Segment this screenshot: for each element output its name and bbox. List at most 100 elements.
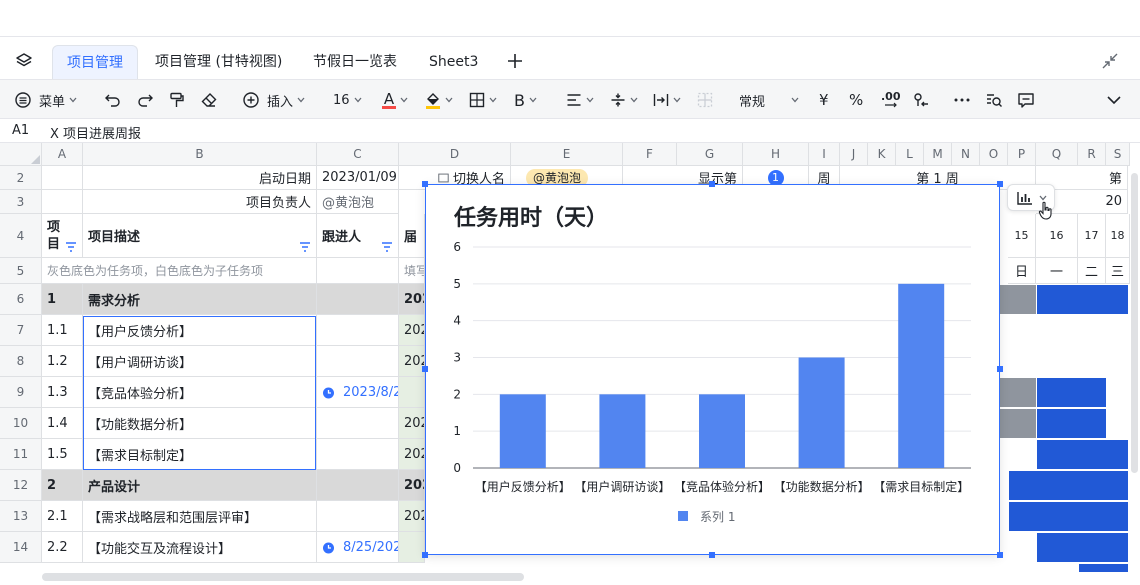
- cell-a3[interactable]: [42, 190, 83, 214]
- row-header-6[interactable]: 6: [0, 284, 42, 315]
- bold-button[interactable]: B: [514, 88, 537, 112]
- resize-handle[interactable]: [422, 366, 428, 372]
- text-wrap-button[interactable]: [653, 88, 681, 112]
- tab-project-gantt[interactable]: 项目管理 (甘特视图): [141, 45, 296, 79]
- clear-format-button[interactable]: [200, 88, 218, 112]
- column-desc-header[interactable]: 项目描述: [83, 214, 317, 258]
- column-header-d[interactable]: D: [399, 143, 511, 166]
- cell-c5[interactable]: [317, 258, 399, 284]
- cell-reference[interactable]: A1: [12, 123, 29, 138]
- column-header-i[interactable]: I: [809, 143, 840, 166]
- task-desc-cell[interactable]: 【需求战略层和范围层评审】: [83, 501, 317, 532]
- row-header-2[interactable]: 2: [0, 166, 42, 190]
- resize-handle[interactable]: [422, 181, 428, 187]
- tab-holidays[interactable]: 节假日一览表: [299, 45, 411, 79]
- expand-toolbar-button[interactable]: [1106, 88, 1122, 112]
- column-header-h[interactable]: H: [743, 143, 809, 166]
- owner-label[interactable]: 项目负责人: [83, 190, 317, 214]
- find-button[interactable]: [985, 88, 1003, 112]
- column-d-header[interactable]: 届: [399, 214, 425, 258]
- task-id-cell[interactable]: 2.1: [42, 501, 83, 532]
- row-header-10[interactable]: 10: [0, 408, 42, 439]
- task-date-cell[interactable]: [399, 377, 425, 408]
- task-date-cell[interactable]: 202: [399, 284, 425, 315]
- row-header-13[interactable]: 13: [0, 501, 42, 532]
- task-follow-cell[interactable]: 8/25/202: [317, 532, 399, 563]
- resize-handle[interactable]: [997, 181, 1003, 187]
- task-id-cell[interactable]: 1.1: [42, 315, 83, 346]
- collapse-icon[interactable]: [1101, 52, 1119, 70]
- start-date-value[interactable]: 2023/01/09: [317, 166, 399, 190]
- task-date-cell[interactable]: 202: [399, 346, 425, 377]
- border-button[interactable]: [469, 88, 497, 112]
- align-button[interactable]: [566, 88, 594, 112]
- task-desc-cell[interactable]: 【需求目标制定】: [83, 439, 317, 470]
- row-header-3[interactable]: 3: [0, 190, 42, 214]
- bar-chart[interactable]: 任务用时（天） 0 1 2 3 4 5 6 【用户反馈分析】 【用户调研访谈】 【竞品体验分析】 【功…: [425, 184, 1000, 555]
- task-follow-cell[interactable]: [317, 315, 399, 346]
- resize-handle[interactable]: [709, 552, 715, 558]
- column-header-p[interactable]: P: [1008, 143, 1036, 166]
- task-follow-cell[interactable]: [317, 408, 399, 439]
- column-header-j[interactable]: J: [840, 143, 868, 166]
- column-header-m[interactable]: M: [924, 143, 952, 166]
- number-format-select[interactable]: 常规: [739, 88, 799, 112]
- tab-project-management[interactable]: 项目管理: [52, 45, 138, 79]
- undo-button[interactable]: [104, 88, 122, 112]
- weekday-sun[interactable]: 日: [1008, 258, 1036, 284]
- select-all-corner[interactable]: [0, 143, 42, 166]
- row-header-7[interactable]: 7: [0, 315, 42, 346]
- comment-button[interactable]: [1017, 88, 1035, 112]
- row-header-14[interactable]: 14: [0, 532, 42, 563]
- hint-text[interactable]: 灰色底色为任务项，白色底色为子任务项: [42, 258, 317, 284]
- font-size-select[interactable]: 16: [333, 88, 362, 112]
- task-id-cell[interactable]: 2: [42, 470, 83, 501]
- tab-sheet3[interactable]: Sheet3: [415, 45, 492, 79]
- task-id-cell[interactable]: 1.3: [42, 377, 83, 408]
- layers-icon[interactable]: [14, 51, 34, 71]
- column-header-a[interactable]: A: [42, 143, 83, 166]
- column-header-b[interactable]: B: [83, 143, 317, 166]
- cell-a2[interactable]: [42, 166, 83, 190]
- column-header-l[interactable]: L: [896, 143, 924, 166]
- horizontal-scrollbar[interactable]: [42, 573, 524, 581]
- filter-icon[interactable]: [381, 242, 393, 252]
- task-id-cell[interactable]: 2.2: [42, 532, 83, 563]
- decimal-decrease-button[interactable]: [912, 88, 930, 112]
- task-desc-cell[interactable]: 【功能交互及流程设计】: [83, 532, 317, 563]
- currency-button[interactable]: ¥: [819, 88, 829, 112]
- column-header-k[interactable]: K: [868, 143, 896, 166]
- task-desc-cell[interactable]: 产品设计: [83, 470, 317, 501]
- column-header-q[interactable]: Q: [1036, 143, 1078, 166]
- day-18[interactable]: 18: [1106, 214, 1130, 258]
- task-desc-cell[interactable]: 需求分析: [83, 284, 317, 315]
- column-header-r[interactable]: R: [1078, 143, 1106, 166]
- task-id-cell[interactable]: 1.5: [42, 439, 83, 470]
- task-desc-cell[interactable]: 【用户反馈分析】: [83, 315, 317, 346]
- weekday-wed[interactable]: 三: [1106, 258, 1130, 284]
- column-header-g[interactable]: G: [677, 143, 743, 166]
- more-button[interactable]: [953, 88, 971, 112]
- task-desc-cell[interactable]: 【功能数据分析】: [83, 408, 317, 439]
- formula-input[interactable]: X 项目进展周报: [50, 123, 141, 142]
- column-header-c[interactable]: C: [317, 143, 399, 166]
- fill-color-button[interactable]: [425, 88, 453, 112]
- font-color-button[interactable]: A: [382, 88, 408, 112]
- format-painter-button[interactable]: [168, 88, 186, 112]
- day-17[interactable]: 17: [1078, 214, 1106, 258]
- column-header-o[interactable]: O: [980, 143, 1008, 166]
- task-date-cell[interactable]: 202: [399, 470, 425, 501]
- insert-button[interactable]: 插入: [242, 88, 305, 112]
- task-id-cell[interactable]: 1.4: [42, 408, 83, 439]
- resize-handle[interactable]: [997, 552, 1003, 558]
- row-header-8[interactable]: 8: [0, 346, 42, 377]
- task-date-cell[interactable]: 202: [399, 408, 425, 439]
- task-follow-cell[interactable]: [317, 470, 399, 501]
- weekday-mon[interactable]: 一: [1036, 258, 1078, 284]
- vertical-align-button[interactable]: [610, 88, 638, 112]
- weekday-tue[interactable]: 二: [1078, 258, 1106, 284]
- day-15[interactable]: 15: [1008, 214, 1036, 258]
- task-id-cell[interactable]: 1: [42, 284, 83, 315]
- task-desc-cell[interactable]: 【竞品体验分析】: [83, 377, 317, 408]
- task-follow-cell[interactable]: [317, 284, 399, 315]
